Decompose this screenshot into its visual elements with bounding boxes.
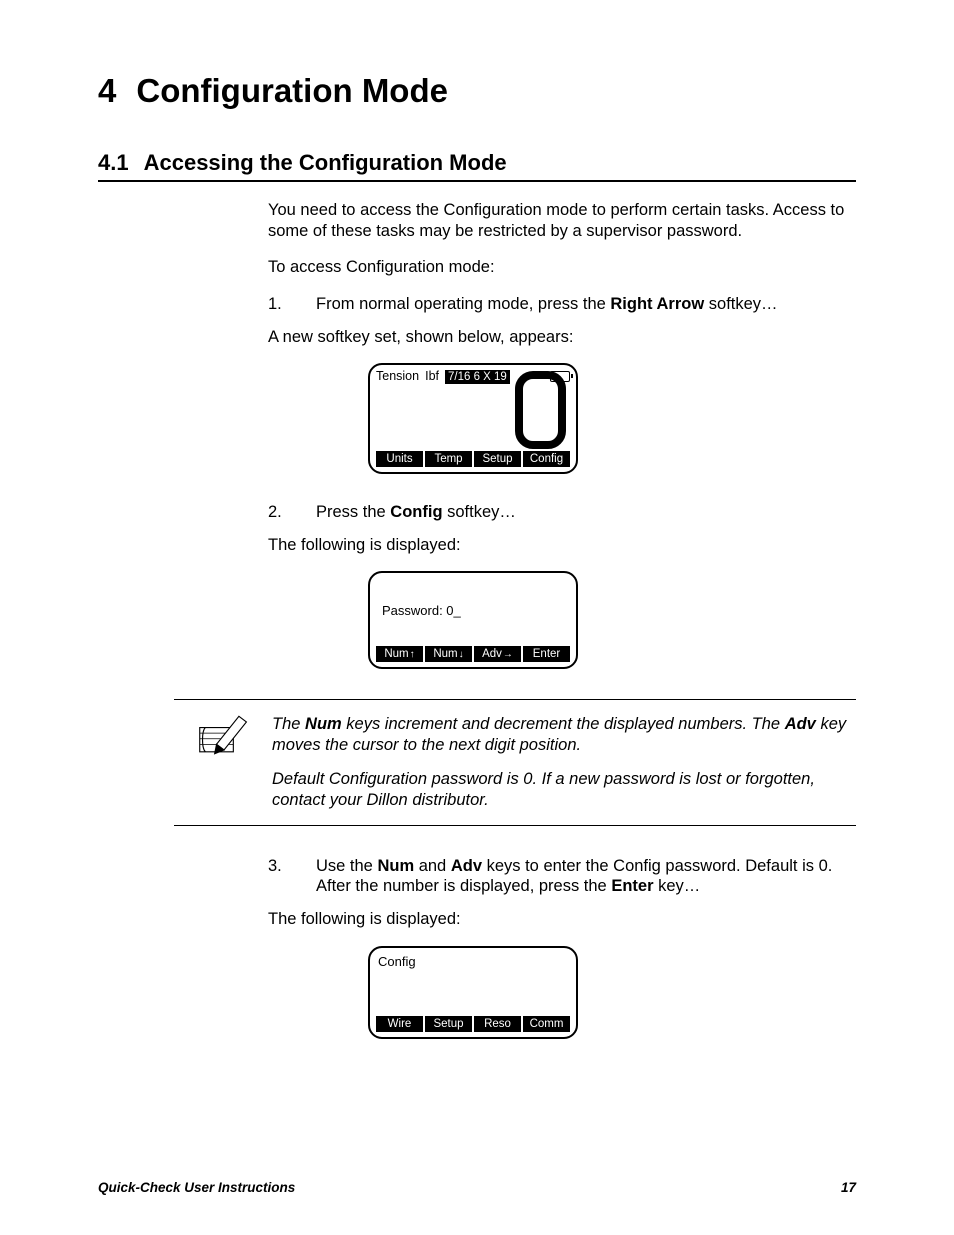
step-text: From normal operating mode, press the Ri…: [316, 294, 856, 315]
softkey-config: Config: [523, 451, 570, 467]
lcd1-rope-spec: 7/16 6 X 19: [445, 370, 510, 384]
softkey-reso: Reso: [474, 1016, 521, 1032]
softkey-setup: Setup: [425, 1016, 472, 1032]
pencil-note-icon: [174, 714, 252, 811]
softkey-num-up: Num: [376, 646, 423, 663]
lcd1-big-digit-zero: [515, 371, 566, 449]
page-footer: Quick-Check User Instructions 17: [98, 1180, 856, 1195]
softkey-units: Units: [376, 451, 423, 467]
lcd-screen-3: Config Wire Setup Reso Comm: [368, 946, 578, 1040]
arrow-down-icon: [459, 647, 464, 662]
softkey-wire: Wire: [376, 1016, 423, 1032]
chapter-heading: 4 Configuration Mode: [98, 72, 856, 110]
lcd3-title: Config: [370, 948, 576, 970]
step-3-sub: The following is displayed:: [268, 909, 856, 930]
softkey-comm: Comm: [523, 1016, 570, 1032]
softkey-num-down: Num: [425, 646, 472, 663]
softkey-temp: Temp: [425, 451, 472, 467]
section-number: 4.1: [98, 150, 129, 175]
step-1-sub: A new softkey set, shown below, appears:: [268, 327, 856, 348]
footer-page-number: 17: [841, 1180, 856, 1195]
step-number: 1.: [268, 294, 316, 315]
step-3: 3. Use the Num and Adv keys to enter the…: [268, 856, 856, 897]
step-2-sub: The following is displayed:: [268, 535, 856, 556]
lcd1-label-tension: Tension: [376, 369, 419, 385]
section-title: Accessing the Configuration Mode: [144, 150, 507, 175]
step-text: Press the Config softkey…: [316, 502, 856, 523]
step-text: Use the Num and Adv keys to enter the Co…: [316, 856, 856, 897]
intro-lead: To access Configuration mode:: [268, 257, 856, 278]
softkey-adv-right: Adv: [474, 646, 521, 663]
arrow-right-icon: [503, 647, 513, 662]
chapter-number: 4: [98, 72, 116, 109]
lcd-screen-1: Tension Ibf 7/16 6 X 19 Units Temp Setup…: [368, 363, 578, 474]
step-2: 2. Press the Config softkey…: [268, 502, 856, 523]
section-rule: [98, 180, 856, 182]
note-callout: The Num keys increment and decrement the…: [174, 699, 856, 826]
lcd1-label-units: Ibf: [425, 369, 439, 385]
softkey-setup: Setup: [474, 451, 521, 467]
step-number: 3.: [268, 856, 316, 897]
section-heading: 4.1 Accessing the Configuration Mode: [98, 150, 856, 176]
lcd2-password-prompt: Password: 0_: [370, 573, 576, 619]
chapter-title: Configuration Mode: [136, 72, 448, 109]
step-number: 2.: [268, 502, 316, 523]
softkey-enter: Enter: [523, 646, 570, 663]
footer-doc-title: Quick-Check User Instructions: [98, 1180, 295, 1195]
lcd-screen-2: Password: 0_ Num Num Adv Enter: [368, 571, 578, 669]
step-1: 1. From normal operating mode, press the…: [268, 294, 856, 315]
arrow-up-icon: [410, 647, 415, 662]
note-text: The Num keys increment and decrement the…: [272, 714, 856, 811]
intro-paragraph: You need to access the Configuration mod…: [268, 200, 856, 241]
